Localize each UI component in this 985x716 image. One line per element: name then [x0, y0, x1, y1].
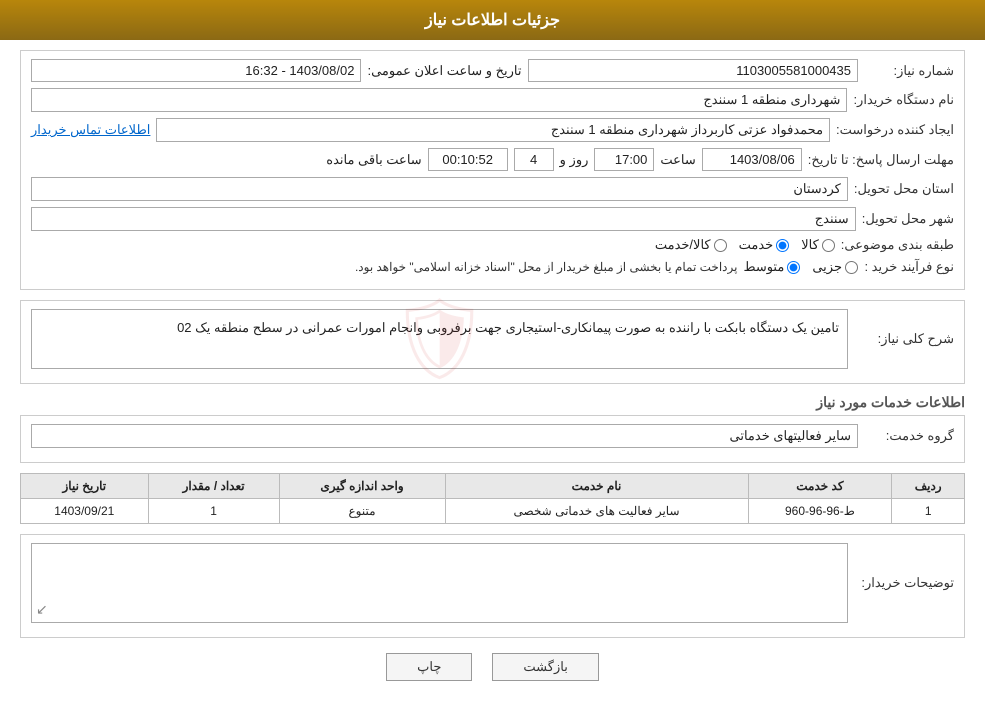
row-tabaqe: طبقه بندی موضوعی: کالا خدمت کالا/خدمت: [31, 237, 954, 253]
page-header: جزئیات اطلاعات نیاز: [0, 0, 985, 40]
col-tarikh: تاریخ نیاز: [21, 474, 149, 499]
tabaqe-kala-khadamat: کالا/خدمت: [655, 237, 727, 253]
farayan-jozi-radio[interactable]: [845, 261, 858, 274]
farayan-radio-group: جزیی متوسط: [743, 259, 858, 275]
nam-dastgah-label: نام دستگاه خریدار:: [853, 92, 954, 108]
tarikh-value: 1403/08/02 - 16:32: [31, 59, 361, 82]
print-button[interactable]: چاپ: [386, 653, 472, 681]
tabaqe-radio-group: کالا خدمت کالا/خدمت: [655, 237, 835, 253]
table-row: 1 ط-96-96-960 سایر فعالیت های خدماتی شخص…: [21, 499, 965, 524]
khadamat-table-section: ردیف کد خدمت نام خدمت واحد اندازه گیری ت…: [20, 473, 965, 524]
col-vahed: واحد اندازه گیری: [279, 474, 445, 499]
page-title: جزئیات اطلاعات نیاز: [425, 12, 560, 29]
farayan-notice: پرداخت تمام یا بخشی از مبلغ خریدار از مح…: [355, 260, 738, 274]
cell-radif: 1: [892, 499, 965, 524]
row-farayan: نوع فرآیند خرید : جزیی متوسط پرداخت تمام…: [31, 259, 954, 275]
tabaqe-khadamat: خدمت: [739, 237, 790, 253]
farayan-jozi: جزیی: [812, 259, 858, 275]
ijad-label: ایجاد کننده درخواست:: [836, 122, 954, 138]
cell-nam: سایر فعالیت های خدماتی شخصی: [445, 499, 748, 524]
mohlat-saat-value: 17:00: [594, 148, 654, 171]
tabaqe-kala-khadamat-radio[interactable]: [714, 239, 727, 252]
mohlat-roz-value: 4: [514, 148, 554, 171]
row-mohlat: مهلت ارسال پاسخ: تا تاریخ: 1403/08/06 سا…: [31, 148, 954, 171]
farayan-mottavaset: متوسط: [743, 259, 800, 275]
cell-tarikh: 1403/09/21: [21, 499, 149, 524]
ettelaat-tamas-link[interactable]: اطلاعات تماس خریدار: [31, 122, 150, 138]
khadamat-table: ردیف کد خدمت نام خدمت واحد اندازه گیری ت…: [20, 473, 965, 524]
tabaqe-kala: کالا: [801, 237, 835, 253]
cell-vahed: متنوع: [279, 499, 445, 524]
tabaqe-khadamat-radio[interactable]: [776, 239, 789, 252]
tabaqe-khadamat-label: خدمت: [739, 237, 774, 253]
table-body: 1 ط-96-96-960 سایر فعالیت های خدماتی شخص…: [21, 499, 965, 524]
row-ostan: استان محل تحویل: کردستان: [31, 177, 954, 201]
farayan-mottavaset-label: متوسط: [743, 259, 784, 275]
row-tosifat: توضیحات خریدار: ↙: [31, 543, 954, 623]
tosifat-section: توضیحات خریدار: ↙: [20, 534, 965, 638]
button-row: بازگشت چاپ: [20, 653, 965, 696]
shomara-niaz-value: 1103005581000435: [528, 59, 858, 82]
shomara-niaz-label: شماره نیاز:: [864, 63, 954, 79]
goroh-section: گروه خدمت: سایر فعالیتهای خدماتی: [20, 415, 965, 463]
col-radif: ردیف: [892, 474, 965, 499]
sharh-label: شرح کلی نیاز:: [854, 331, 954, 347]
tabaqe-kala-radio[interactable]: [822, 239, 835, 252]
shahr-label: شهر محل تحویل:: [862, 211, 954, 227]
cell-tedad: 1: [148, 499, 279, 524]
tosifat-label: توضیحات خریدار:: [854, 575, 954, 591]
tabaqe-kala-label: کالا: [801, 237, 819, 253]
nam-dastgah-value: شهرداری منطقه 1 سنندج: [31, 88, 847, 112]
mohlat-baqi-value: 00:10:52: [428, 148, 508, 171]
shahr-value: سنندج: [31, 207, 856, 231]
tosifat-box: ↙: [31, 543, 848, 623]
goroh-value: سایر فعالیتهای خدماتی: [31, 424, 858, 448]
table-header-row: ردیف کد خدمت نام خدمت واحد اندازه گیری ت…: [21, 474, 965, 499]
mohlat-roz-label: روز و: [560, 152, 589, 168]
row-goroh: گروه خدمت: سایر فعالیتهای خدماتی: [31, 424, 954, 448]
row-shahr: شهر محل تحویل: سنندج: [31, 207, 954, 231]
farayan-mottavaset-radio[interactable]: [787, 261, 800, 274]
mohlat-label: مهلت ارسال پاسخ: تا تاریخ:: [808, 152, 954, 168]
mohlat-baqi-label: ساعت باقی مانده: [326, 152, 421, 168]
content-area: شماره نیاز: 1103005581000435 تاریخ و ساع…: [0, 40, 985, 716]
back-button[interactable]: بازگشت: [492, 653, 598, 681]
mohlat-date-value: 1403/08/06: [702, 148, 802, 171]
ijad-value: محمدفواد عزتی کاربرداز شهرداری منطقه 1 س…: [156, 118, 830, 142]
khadamat-section-title: اطلاعات خدمات مورد نیاز: [20, 394, 965, 411]
col-kod: کد خدمت: [748, 474, 892, 499]
col-nam: نام خدمت: [445, 474, 748, 499]
tarikh-label: تاریخ و ساعت اعلان عمومی:: [367, 63, 521, 79]
row-nam-dastgah: نام دستگاه خریدار: شهرداری منطقه 1 سنندج: [31, 88, 954, 112]
farayan-jozi-label: جزیی: [812, 259, 842, 275]
page-wrapper: جزئیات اطلاعات نیاز شماره نیاز: 11030055…: [0, 0, 985, 716]
sharh-value: تامین یک دستگاه بابکت با راننده به صورت …: [177, 320, 839, 335]
ostan-value: کردستان: [31, 177, 848, 201]
sharh-section: شرح کلی نیاز: 🛡 تامین یک دستگاه بابکت با…: [20, 300, 965, 384]
col-tedad: تعداد / مقدار: [148, 474, 279, 499]
farayan-label: نوع فرآیند خرید :: [864, 259, 954, 275]
top-section: شماره نیاز: 1103005581000435 تاریخ و ساع…: [20, 50, 965, 290]
sharh-box: 🛡 تامین یک دستگاه بابکت با راننده به صور…: [31, 309, 848, 369]
tabaqe-label: طبقه بندی موضوعی:: [841, 237, 954, 253]
resize-icon: ↙: [36, 601, 48, 618]
row-sharh: شرح کلی نیاز: 🛡 تامین یک دستگاه بابکت با…: [31, 309, 954, 369]
tabaqe-kala-khadamat-label: کالا/خدمت: [655, 237, 711, 253]
row-shomara-tarikh: شماره نیاز: 1103005581000435 تاریخ و ساع…: [31, 59, 954, 82]
ostan-label: استان محل تحویل:: [854, 181, 954, 197]
cell-kod: ط-96-96-960: [748, 499, 892, 524]
watermark: 🛡: [389, 275, 491, 403]
goroh-label: گروه خدمت:: [864, 428, 954, 444]
row-ijad: ایجاد کننده درخواست: محمدفواد عزتی کاربر…: [31, 118, 954, 142]
mohlat-saat-label: ساعت: [660, 152, 695, 168]
